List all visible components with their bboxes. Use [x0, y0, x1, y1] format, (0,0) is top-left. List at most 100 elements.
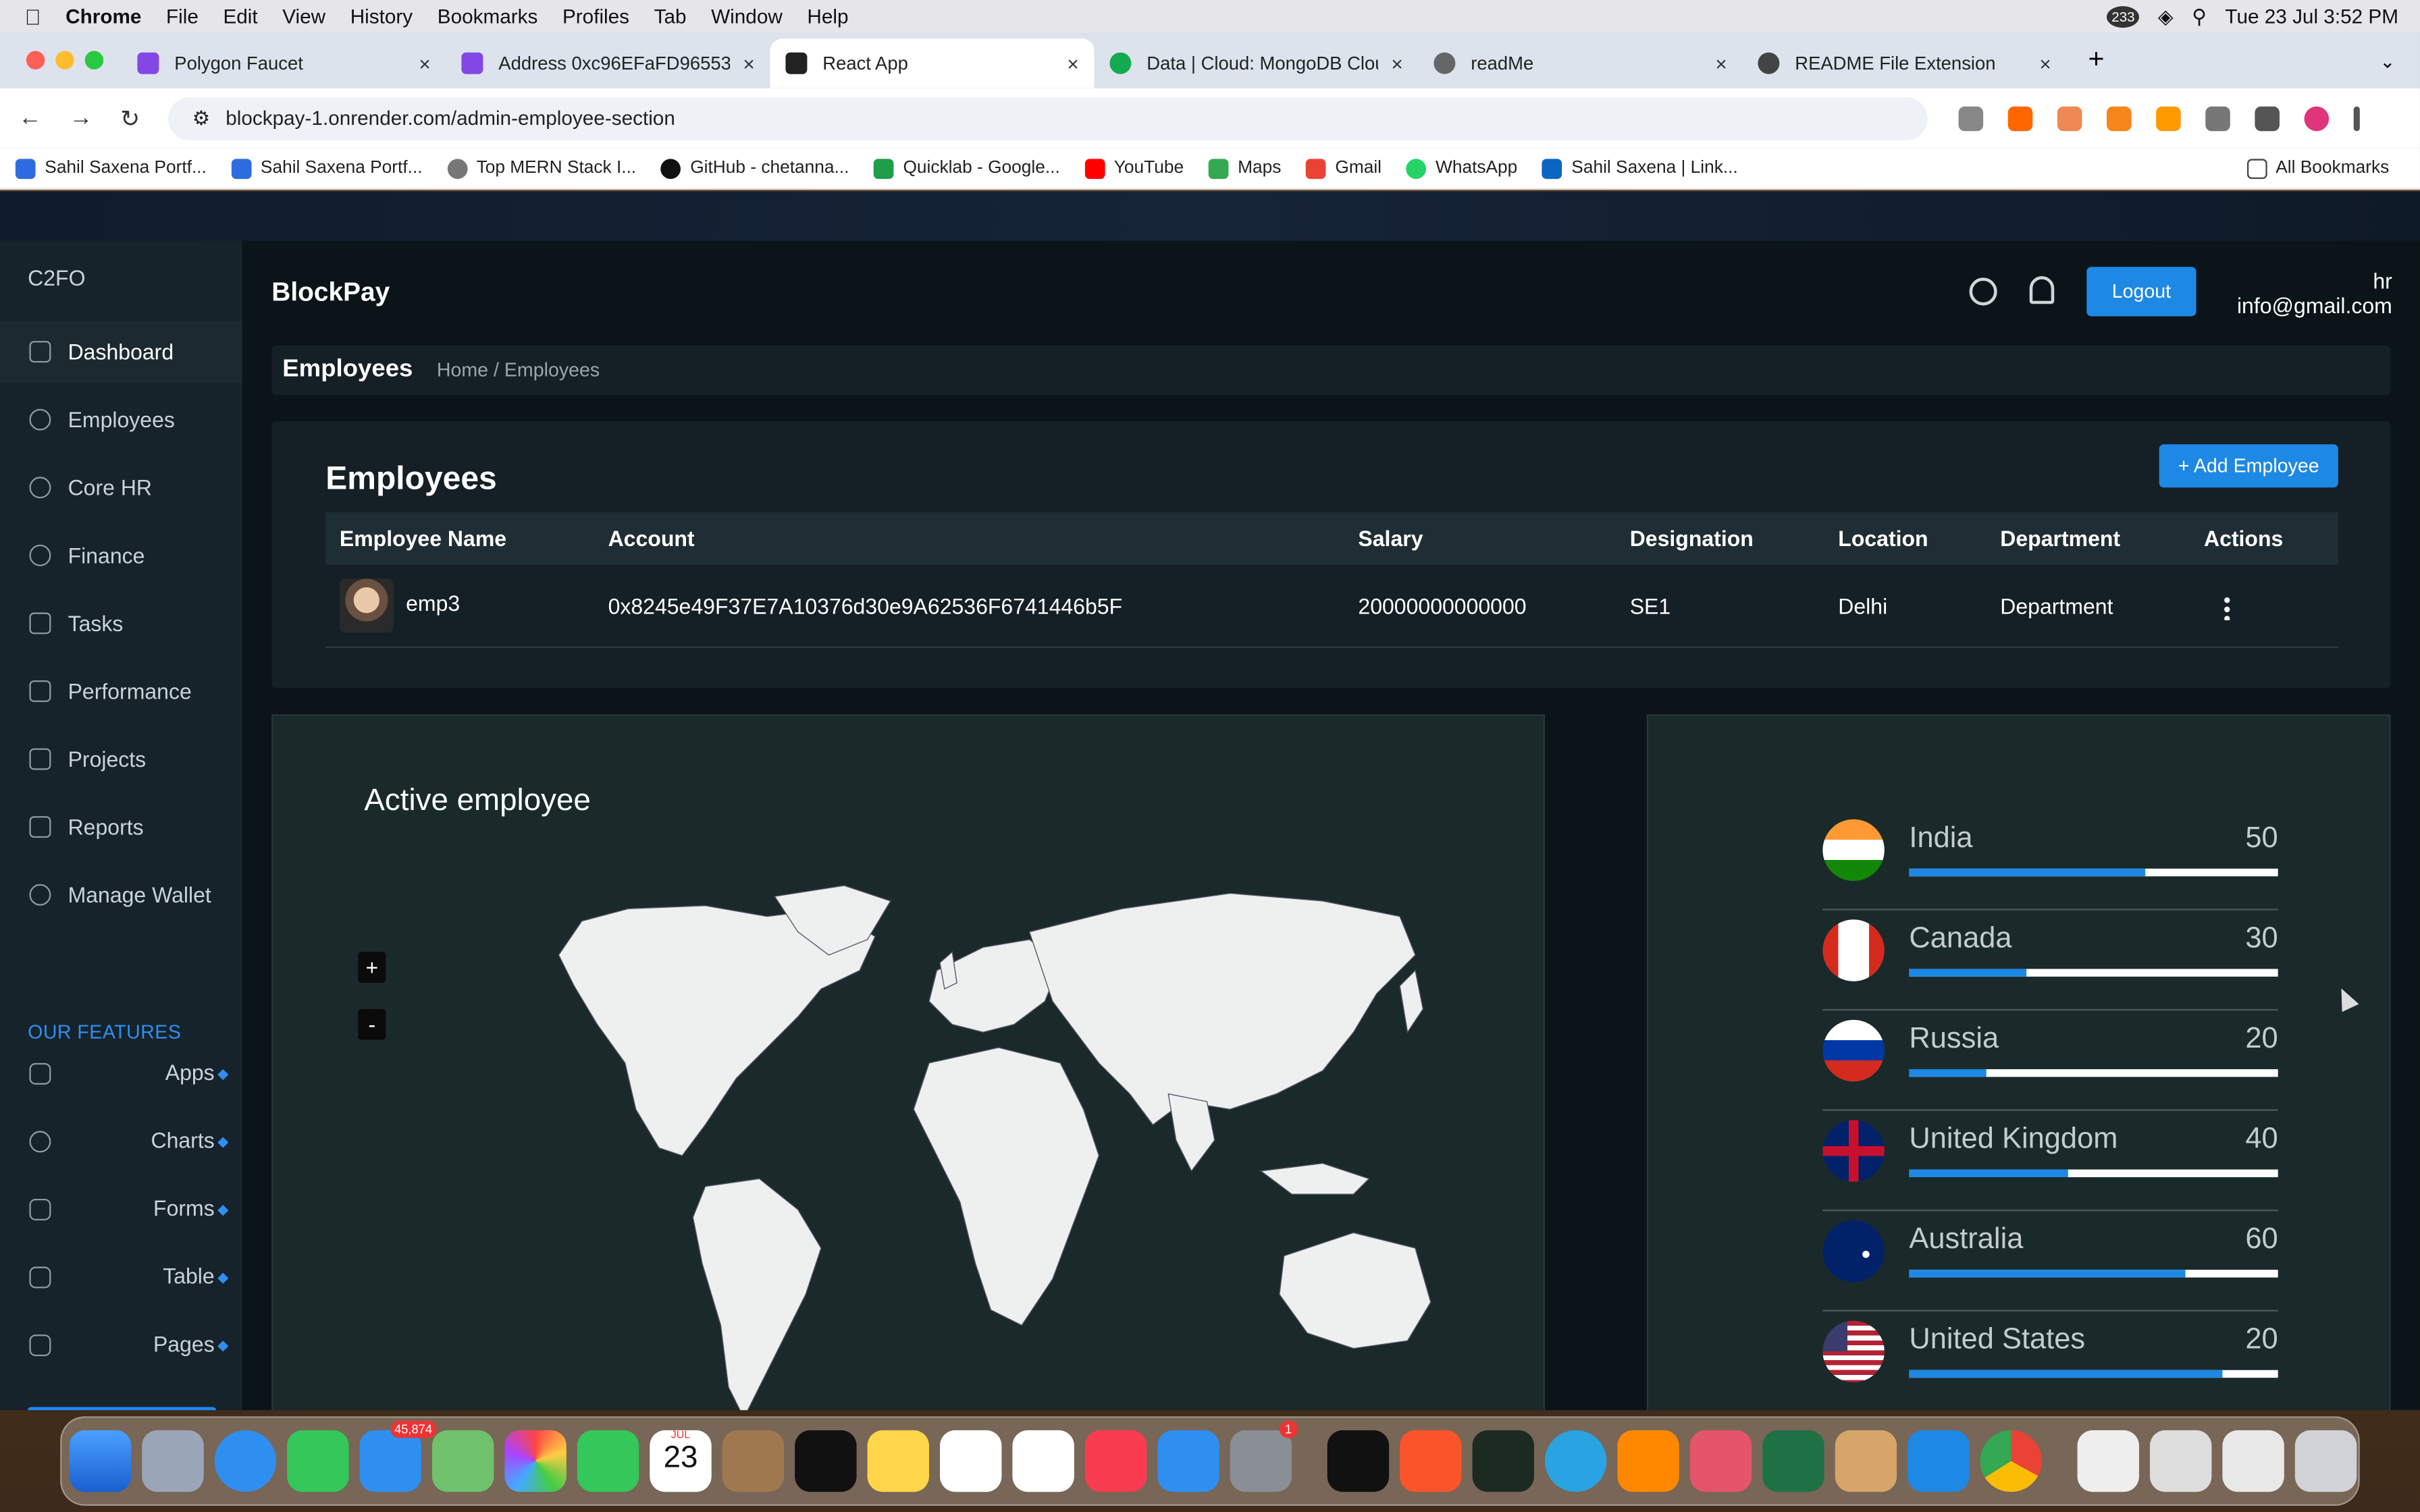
breadcrumb[interactable]: Home / Employees [437, 360, 600, 381]
document-icon[interactable] [2149, 1430, 2212, 1492]
bookmark-item[interactable]: YouTube [1084, 158, 1184, 178]
finder-icon[interactable] [69, 1430, 132, 1492]
gear-icon[interactable] [1969, 277, 1997, 306]
table-row[interactable]: emp3 0x8245e49F37E7A10376d30e9A62536F674… [325, 565, 2338, 648]
tab-search-icon[interactable]: ⌄ [2379, 51, 2395, 72]
search-icon[interactable]: ⚲ [2192, 4, 2207, 29]
bookmark-item[interactable]: Quicklab - Google... [874, 158, 1060, 178]
settings-icon[interactable]: 1 [1230, 1421, 1298, 1492]
bookmark-item[interactable]: Gmail [1305, 158, 1382, 178]
menu-profiles[interactable]: Profiles [562, 5, 629, 28]
mail-icon[interactable]: 45,874 [359, 1421, 437, 1492]
vlc-icon[interactable] [1617, 1430, 1679, 1492]
app-store-icon[interactable] [1157, 1430, 1219, 1492]
bookmark-item[interactable]: Sahil Saxena Portf... [231, 158, 423, 178]
safari-icon[interactable] [214, 1430, 277, 1492]
zoom-window-icon[interactable] [84, 51, 104, 70]
contacts-icon[interactable] [722, 1430, 785, 1492]
feature-item-pages[interactable]: Pages [0, 1314, 242, 1376]
facetime-icon[interactable] [577, 1430, 639, 1492]
feature-item-table[interactable]: Table [0, 1247, 242, 1308]
sidebar-item-dashboard[interactable]: Dashboard [0, 321, 242, 383]
tab-mongodb[interactable]: Data | Cloud: MongoDB Cloud × [1095, 38, 1419, 88]
close-tab-icon[interactable]: × [743, 52, 754, 75]
close-tab-icon[interactable]: × [1067, 52, 1078, 75]
close-tab-icon[interactable]: × [1391, 52, 1402, 75]
terminal-icon[interactable] [1327, 1430, 1390, 1492]
music-icon[interactable] [1084, 1430, 1147, 1492]
apple-tv-icon[interactable] [795, 1430, 857, 1492]
app-logo[interactable]: BlockPay [271, 277, 390, 308]
extension-icon[interactable] [2056, 105, 2082, 131]
sidebar-item-performance[interactable]: Performance [0, 660, 242, 722]
forward-icon[interactable]: → [70, 104, 93, 132]
telegram-icon[interactable] [1544, 1430, 1607, 1492]
all-bookmarks[interactable]: All Bookmarks [2246, 158, 2389, 178]
world-map[interactable] [490, 878, 1477, 1411]
close-tab-icon[interactable]: × [1715, 52, 1727, 75]
add-employee-button[interactable]: + Add Employee [2159, 444, 2338, 488]
archive-icon[interactable] [1835, 1430, 1897, 1492]
brave-icon[interactable] [1400, 1430, 1462, 1492]
feature-item-forms[interactable]: Forms [0, 1179, 242, 1240]
launchpad-icon[interactable] [142, 1430, 204, 1492]
more-icon[interactable] [2352, 105, 2359, 131]
reload-icon[interactable]: ↻ [120, 104, 140, 132]
minimize-window-icon[interactable] [55, 51, 74, 70]
document-icon[interactable] [2222, 1430, 2284, 1492]
back-icon[interactable]: ← [18, 104, 41, 132]
apple-icon[interactable]:  [25, 4, 41, 29]
menu-tab[interactable]: Tab [654, 5, 687, 28]
menu-view[interactable]: View [282, 5, 325, 28]
menu-history[interactable]: History [350, 5, 413, 28]
extension-icon[interactable] [2007, 105, 2032, 131]
sidebar-item-projects[interactable]: Projects [0, 728, 242, 790]
menu-window[interactable]: Window [711, 5, 783, 28]
sidebar-item-manage-wallet[interactable]: Manage Wallet [0, 864, 242, 925]
sidebar-item-tasks[interactable]: Tasks [0, 593, 242, 654]
bookmark-item[interactable]: Maps [1208, 158, 1281, 178]
sidebar-item-core-hr[interactable]: Core HR [0, 457, 242, 518]
more-actions-icon[interactable] [2224, 595, 2230, 620]
menu-bookmarks[interactable]: Bookmarks [438, 5, 538, 28]
bookmark-item[interactable]: Sahil Saxena | Link... [1542, 158, 1738, 178]
sidebar-item-employees[interactable]: Employees [0, 389, 242, 450]
bell-icon[interactable] [2029, 276, 2055, 304]
extension-icon[interactable] [2155, 105, 2180, 131]
tab-polygon-faucet[interactable]: Polygon Faucet × [122, 38, 446, 88]
user-info[interactable]: hr info@gmail.com [2237, 269, 2392, 318]
tab-readme[interactable]: readMe × [1419, 38, 1743, 88]
app-icon[interactable] [1689, 1430, 1752, 1492]
messages-icon[interactable] [287, 1430, 349, 1492]
menu-help[interactable]: Help [807, 5, 848, 28]
maps-icon[interactable] [431, 1430, 494, 1492]
notes-icon[interactable] [867, 1430, 929, 1492]
menu-edit[interactable]: Edit [223, 5, 257, 28]
clock[interactable]: Tue 23 Jul 3:52 PM [2225, 5, 2398, 28]
close-tab-icon[interactable]: × [2039, 52, 2051, 75]
bookmark-item[interactable]: GitHub - chetanna... [660, 158, 849, 178]
tab-react-app[interactable]: React App × [770, 38, 1095, 88]
reminders-icon[interactable] [939, 1430, 1002, 1492]
bookmark-item[interactable]: WhatsApp [1406, 158, 1517, 178]
avatar[interactable] [2303, 105, 2329, 131]
document-icon[interactable] [2077, 1430, 2139, 1492]
freeform-icon[interactable] [1012, 1430, 1074, 1492]
metamask-icon[interactable] [2106, 105, 2131, 131]
trash-icon[interactable] [2294, 1430, 2357, 1492]
vscode-icon[interactable] [1908, 1430, 1970, 1492]
menu-file[interactable]: File [166, 5, 199, 28]
logout-button[interactable]: Logout [2086, 267, 2197, 317]
excel-icon[interactable] [1762, 1430, 1824, 1492]
close-window-icon[interactable] [26, 51, 45, 70]
wifi-icon[interactable]: ◈ [2158, 4, 2174, 29]
feature-item-apps[interactable]: Apps [0, 1043, 242, 1104]
url-bar[interactable]: ⚙ blockpay-1.onrender.com/admin-employee… [167, 96, 1927, 140]
photos-icon[interactable] [504, 1430, 567, 1492]
sidebar-item-finance[interactable]: Finance [0, 524, 242, 586]
download-icon[interactable] [2254, 105, 2280, 131]
chrome-icon[interactable] [1980, 1430, 2042, 1492]
close-tab-icon[interactable]: × [419, 52, 430, 75]
calendar-icon[interactable]: JUL 23 [650, 1430, 712, 1492]
status-badge[interactable]: 233 [2107, 5, 2140, 27]
